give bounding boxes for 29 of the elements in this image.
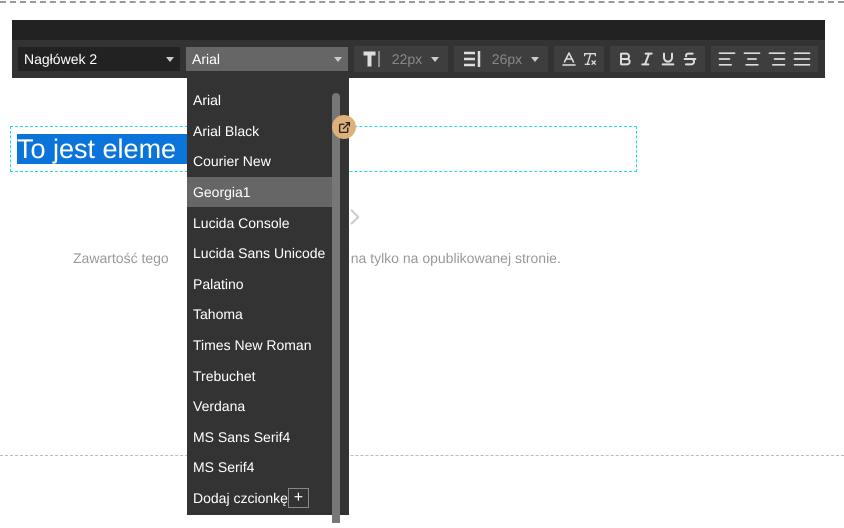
italic-icon[interactable] <box>638 51 655 67</box>
caret-icon <box>166 56 174 62</box>
line-height-icon <box>462 50 483 68</box>
placeholder-text: Zawartość tego <box>73 250 169 266</box>
underline-icon[interactable] <box>660 51 676 67</box>
font-option[interactable]: Georgia1 <box>187 176 332 208</box>
scrollbar-thumb[interactable] <box>332 93 340 523</box>
strikethrough-icon[interactable] <box>682 51 698 67</box>
font-option[interactable]: Tahoma <box>187 299 332 330</box>
add-font-button[interactable]: + <box>288 488 309 508</box>
block-style-select[interactable]: Nagłówek 2 <box>18 47 180 71</box>
caret-icon <box>334 56 342 62</box>
placeholder-text: na tylko na opublikowanej stronie. <box>350 250 561 266</box>
font-option[interactable]: Verdana <box>187 390 332 422</box>
caret-icon <box>531 56 540 62</box>
font-option[interactable]: Times New Roman <box>187 330 332 360</box>
caret-icon <box>431 56 440 62</box>
font-family-select[interactable]: Arial <box>186 47 348 71</box>
font-option[interactable]: MS Serif4 <box>187 452 332 483</box>
font-option[interactable]: Trebuchet <box>187 360 332 391</box>
font-option[interactable]: Arial <box>187 85 332 116</box>
external-link-icon[interactable] <box>332 115 356 139</box>
clear-format-icon[interactable] <box>582 51 598 67</box>
font-option[interactable]: Lucida Console <box>187 207 332 238</box>
font-option[interactable]: MS Sans Serif4 <box>187 422 332 452</box>
font-option[interactable]: Palatino <box>187 268 332 300</box>
add-font-label: Dodaj czcionkę <box>193 490 288 506</box>
text-color-icon[interactable] <box>560 50 578 68</box>
font-option[interactable]: Lucida Sans Unicode <box>187 238 332 269</box>
